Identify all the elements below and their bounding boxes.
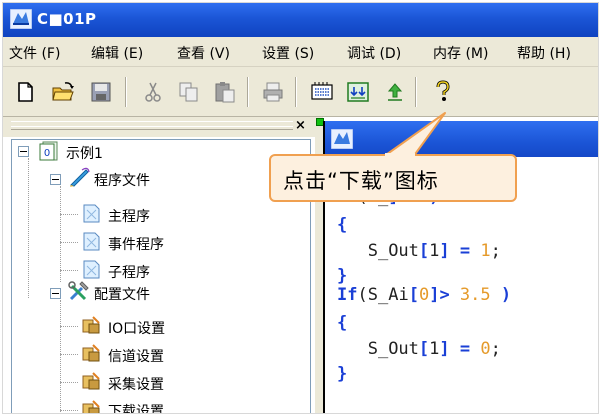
code-line-8: } bbox=[337, 364, 348, 384]
program-file-icon bbox=[83, 204, 100, 223]
tree-node-download-settings[interactable]: 下载设置 bbox=[108, 401, 164, 413]
upload-icon[interactable] bbox=[383, 80, 407, 104]
cut-icon[interactable] bbox=[141, 80, 165, 104]
tree-root-label[interactable]: 示例1 bbox=[66, 143, 103, 163]
callout-text: 点击“下载”图标 bbox=[283, 169, 439, 193]
tree-node-event-program[interactable]: 事件程序 bbox=[108, 234, 164, 254]
menu-edit[interactable]: 编辑 (E) bbox=[91, 43, 143, 63]
tree-node-config-files[interactable]: 配置文件 bbox=[94, 284, 150, 304]
document-logo-icon bbox=[331, 129, 353, 149]
tree-line bbox=[60, 242, 78, 243]
print-icon[interactable] bbox=[261, 80, 285, 104]
program-folder-icon bbox=[70, 167, 90, 187]
config-tools-icon bbox=[68, 281, 89, 301]
app-window: C■01P 文件 (F) 编辑 (E) 查看 (V) 设置 (S) 调试 (D)… bbox=[2, 2, 599, 414]
config-item-icon bbox=[82, 344, 100, 362]
compile-icon[interactable] bbox=[310, 80, 334, 104]
app-logo-icon bbox=[10, 9, 32, 29]
menu-file[interactable]: 文件 (F) bbox=[9, 43, 60, 63]
tree-line bbox=[60, 410, 78, 411]
callout-pointer-mask bbox=[385, 153, 415, 159]
project-tree: 0 示例1 程序文件 主程序 事件程序 子程序 配置文件 IO口设置 信道设置 … bbox=[11, 139, 311, 413]
toolbar-separator bbox=[247, 77, 249, 107]
expand-collapse-toggle[interactable] bbox=[50, 288, 61, 299]
tree-node-acquisition-settings[interactable]: 采集设置 bbox=[108, 374, 164, 394]
open-folder-icon[interactable] bbox=[51, 80, 75, 104]
menu-settings[interactable]: 设置 (S) bbox=[262, 43, 314, 63]
code-line-7: S_Out[1] = 0; bbox=[367, 339, 501, 359]
expand-collapse-toggle[interactable] bbox=[50, 174, 61, 185]
tree-line bbox=[60, 326, 78, 327]
code-line-3: S_Out[1] = 1; bbox=[367, 241, 501, 261]
tree-node-subroutine[interactable]: 子程序 bbox=[108, 262, 150, 282]
title-bar: C■01P bbox=[3, 3, 598, 37]
toolbar-separator bbox=[125, 77, 127, 107]
new-file-icon[interactable] bbox=[13, 80, 37, 104]
code-line-5: If(S_Ai[0]> 3.5 ) bbox=[337, 285, 512, 305]
tree-node-main-program[interactable]: 主程序 bbox=[108, 206, 150, 226]
config-item-icon bbox=[82, 372, 100, 390]
tree-panel-header: × bbox=[3, 117, 315, 137]
download-icon[interactable] bbox=[346, 80, 370, 104]
tree-line bbox=[60, 214, 78, 215]
tree-line bbox=[60, 270, 78, 271]
program-file-icon bbox=[83, 232, 100, 251]
panel-grip bbox=[11, 126, 293, 130]
expand-collapse-toggle[interactable] bbox=[18, 146, 29, 157]
code-line-4: } bbox=[337, 266, 348, 286]
config-item-icon bbox=[82, 400, 100, 413]
copy-icon[interactable] bbox=[177, 80, 201, 104]
tree-panel-close-button[interactable]: × bbox=[295, 118, 306, 133]
toolbar-separator bbox=[295, 77, 297, 107]
tree-line bbox=[60, 300, 61, 413]
save-icon[interactable] bbox=[89, 80, 113, 104]
config-item-icon bbox=[82, 316, 100, 334]
tree-line bbox=[60, 354, 78, 355]
svg-text:0: 0 bbox=[44, 148, 50, 159]
menu-debug[interactable]: 调试 (D) bbox=[347, 43, 401, 63]
menu-help[interactable]: 帮助 (H) bbox=[517, 43, 571, 63]
program-file-icon bbox=[83, 260, 100, 279]
menu-bar: 文件 (F) 编辑 (E) 查看 (V) 设置 (S) 调试 (D) 内存 (M… bbox=[3, 37, 598, 67]
menu-view[interactable]: 查看 (V) bbox=[177, 43, 230, 63]
tree-node-io-settings[interactable]: IO口设置 bbox=[108, 318, 165, 338]
tree-line bbox=[60, 382, 78, 383]
tree-node-program-files[interactable]: 程序文件 bbox=[94, 170, 150, 190]
menu-memory[interactable]: 内存 (M) bbox=[433, 43, 488, 63]
tree-line bbox=[28, 158, 29, 298]
code-line-2: { bbox=[337, 215, 348, 235]
toolbar-separator bbox=[415, 77, 417, 107]
toolbar bbox=[3, 67, 598, 117]
code-line-6: { bbox=[337, 313, 348, 333]
project-icon: 0 bbox=[39, 141, 58, 161]
paste-icon[interactable] bbox=[213, 80, 237, 104]
window-title: C■01P bbox=[37, 10, 97, 28]
help-icon[interactable] bbox=[431, 80, 455, 104]
callout-box: 点击“下载”图标 bbox=[269, 154, 517, 202]
tree-node-channel-settings[interactable]: 信道设置 bbox=[108, 346, 164, 366]
tree-line bbox=[60, 186, 61, 282]
